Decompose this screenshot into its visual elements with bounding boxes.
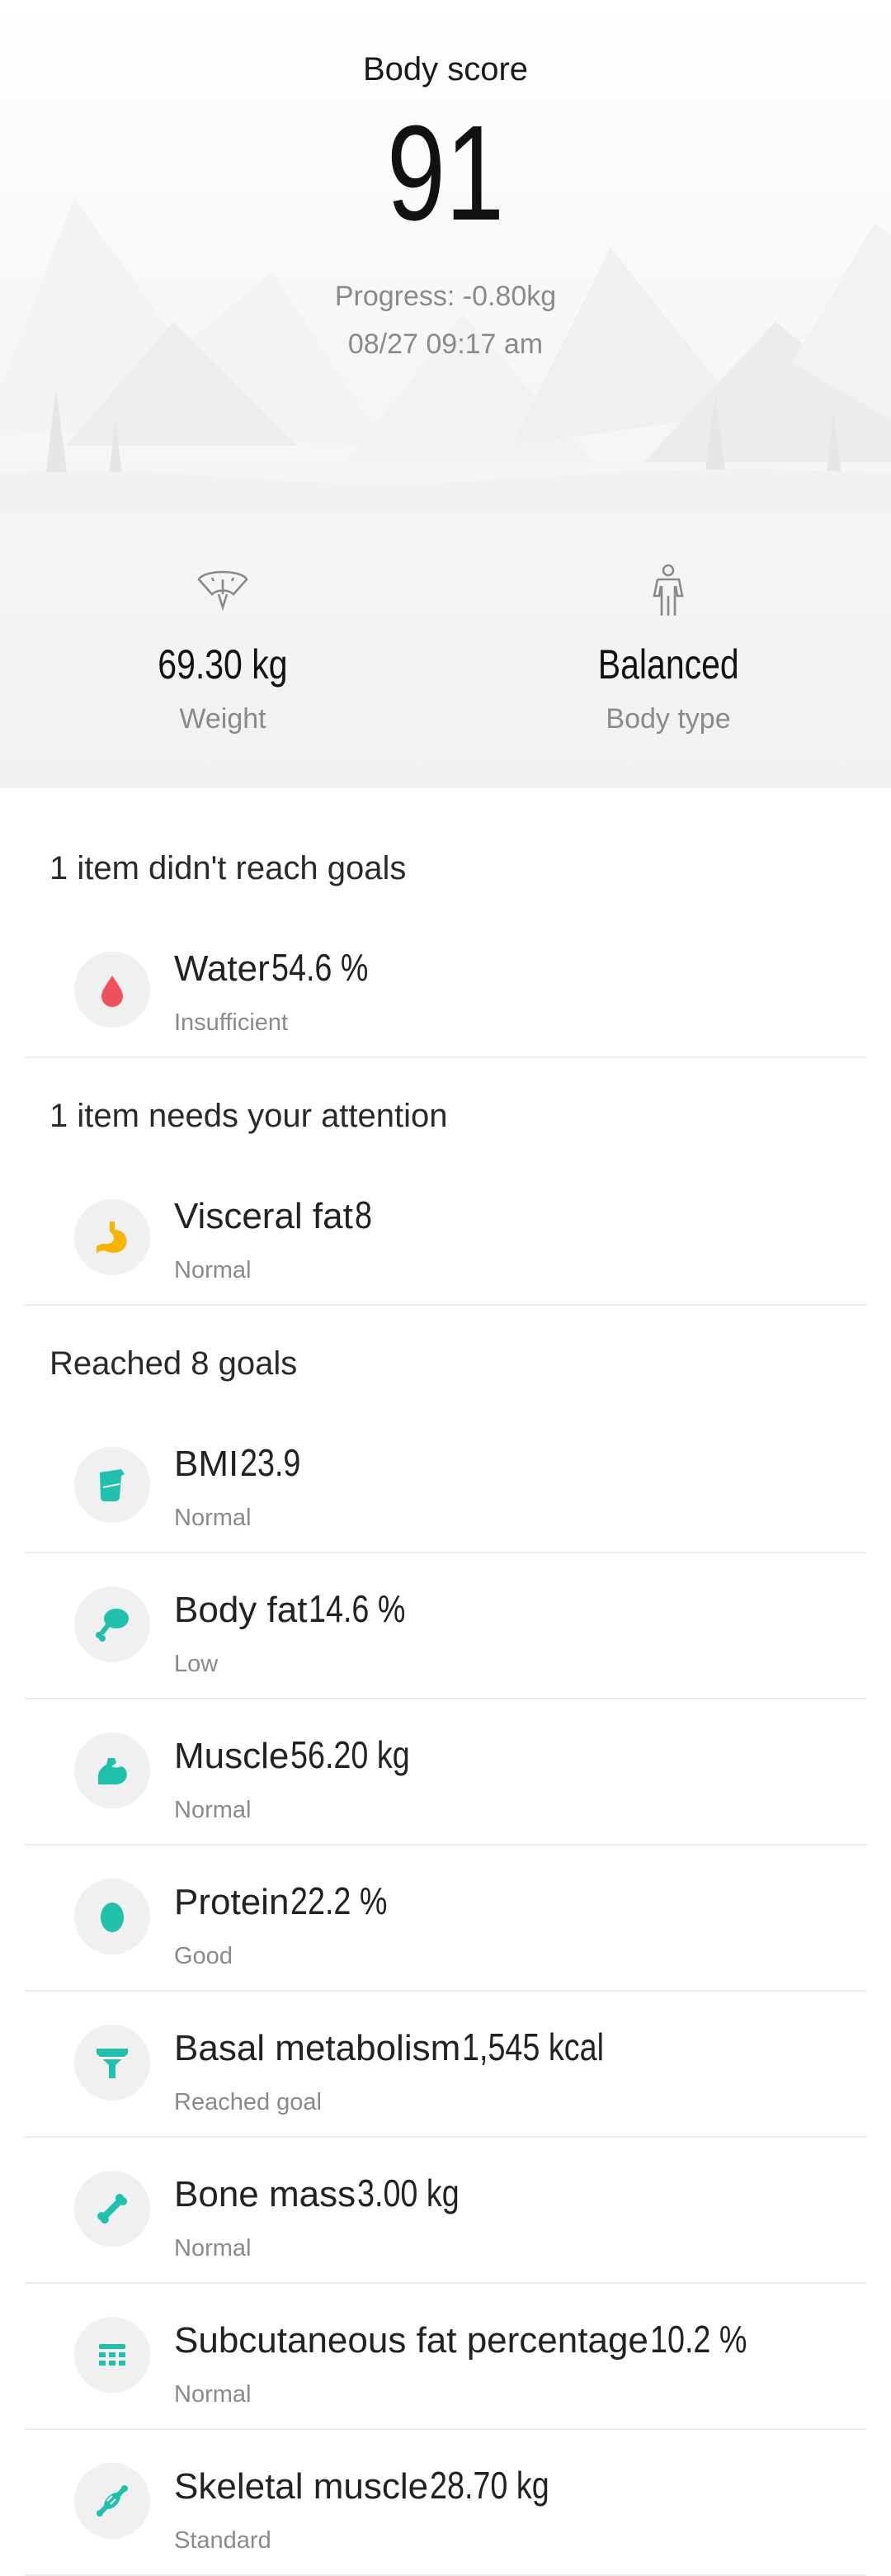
- metric-row-muscle[interactable]: Muscle56.20 kg Normal: [25, 1699, 866, 1846]
- metric-row-bmi[interactable]: BMI23.9 Normal: [25, 1407, 866, 1553]
- person-icon: [653, 564, 684, 616]
- page-title: Body score: [362, 51, 529, 87]
- drumstick-icon: [74, 1586, 150, 1662]
- weight-summary[interactable]: 69.30 kg Weight: [0, 561, 446, 735]
- section-header-reached: Reached 8 goals: [50, 1345, 298, 1382]
- metric-status: Reached goal: [174, 2089, 322, 2115]
- metric-name: Bone mass: [174, 2174, 356, 2214]
- weight-value: 69.30 kg: [158, 641, 288, 688]
- metric-row-basal-metabolism[interactable]: Basal metabolism1,545 kcal Reached goal: [25, 1992, 866, 2138]
- metric-name: Basal metabolism: [174, 2028, 461, 2068]
- metric-value: 22.2 %: [290, 1879, 388, 1922]
- bone-icon: [74, 2171, 150, 2247]
- body-type-label: Body type: [606, 703, 731, 735]
- metric-status: Normal: [174, 1257, 252, 1283]
- body-score-hero: Body score 91 Progress: -0.80kg 08/27 09…: [0, 0, 891, 788]
- metric-value: 14.6 %: [309, 1587, 406, 1630]
- metric-name: Water: [174, 948, 270, 989]
- metric-status: Standard: [174, 2527, 271, 2554]
- metric-row-visceral-fat[interactable]: Visceral fat8 Normal: [25, 1160, 866, 1306]
- metric-row-bone-mass[interactable]: Bone mass3.00 kg Normal: [25, 2138, 866, 2284]
- metric-status: Low: [174, 1651, 219, 1677]
- metric-value: 28.70 kg: [430, 2464, 549, 2507]
- water-drop-icon: [74, 952, 150, 1028]
- beaker-icon: [74, 1447, 150, 1523]
- arm-muscle-icon: [74, 1732, 150, 1808]
- metric-row-water[interactable]: Water54.6 % Insufficient: [25, 912, 866, 1058]
- metric-value: 10.2 %: [649, 2318, 747, 2361]
- metric-name: Muscle: [174, 1736, 290, 1776]
- metric-row-skeletal-muscle[interactable]: Skeletal muscle28.70 kg Standard: [25, 2430, 866, 2576]
- metric-name: Visceral fat: [174, 1196, 353, 1236]
- funnel-icon: [74, 2025, 150, 2101]
- metric-value: 8: [354, 1193, 372, 1236]
- measurement-timestamp: 08/27 09:17 am: [347, 328, 544, 360]
- metric-row-subcutaneous-fat[interactable]: Subcutaneous fat percentage10.2 % Normal: [25, 2284, 866, 2430]
- metric-name: Skeletal muscle: [174, 2466, 429, 2507]
- metric-status: Insufficient: [174, 1009, 289, 1036]
- egg-icon: [74, 1879, 150, 1954]
- weight-label: Weight: [179, 703, 266, 735]
- metric-name: Protein: [174, 1882, 290, 1922]
- metric-value: 54.6 %: [271, 946, 369, 989]
- progress-text: Progress: -0.80kg: [334, 281, 557, 312]
- body-type-summary[interactable]: Balanced Body type: [446, 561, 891, 735]
- stomach-icon: [74, 1199, 150, 1275]
- metric-status: Normal: [174, 2381, 252, 2408]
- metric-name: Body fat: [174, 1590, 308, 1630]
- metric-row-protein[interactable]: Protein22.2 % Good: [25, 1846, 866, 1992]
- body-score-value: 91: [386, 97, 505, 248]
- grid-icon: [74, 2317, 150, 2393]
- metric-value: 23.9: [240, 1441, 301, 1484]
- metric-status: Normal: [174, 1797, 252, 1823]
- metric-name: Subcutaneous fat percentage: [174, 2320, 648, 2361]
- metric-status: Normal: [174, 2235, 252, 2262]
- metric-status: Normal: [174, 1505, 252, 1531]
- body-type-value: Balanced: [597, 641, 739, 688]
- section-header-attention: 1 item needs your attention: [50, 1098, 448, 1134]
- scale-icon: [197, 570, 248, 612]
- metric-row-body-fat[interactable]: Body fat14.6 % Low: [25, 1553, 866, 1699]
- skeletal-muscle-icon: [74, 2463, 150, 2539]
- metric-value: 1,545 kcal: [462, 2025, 605, 2068]
- metric-value: 56.20 kg: [290, 1733, 411, 1776]
- section-header-not-reached: 1 item didn't reach goals: [50, 850, 407, 886]
- metric-status: Good: [174, 1943, 233, 1969]
- metric-name: BMI: [174, 1444, 239, 1484]
- metric-value: 3.00 kg: [357, 2172, 460, 2214]
